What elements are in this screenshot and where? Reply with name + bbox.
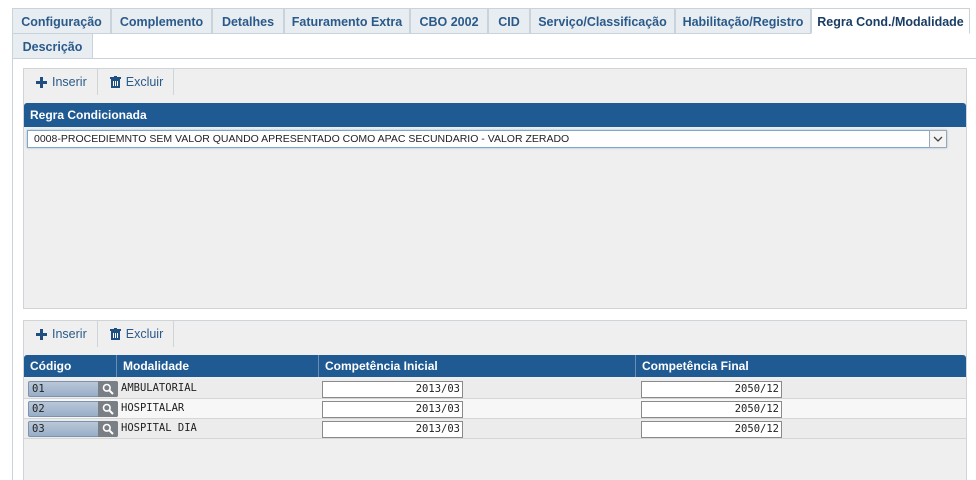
modalidade-value: HOSPITAL DIA — [121, 422, 197, 434]
competencia-inicial-field[interactable]: 2013/03 — [322, 421, 463, 438]
table-row: 03 HOSPITAL DIA 2013/03 2050/12 — [24, 419, 966, 439]
modalidade-value: AMBULATORIAL — [121, 382, 197, 394]
modalidade-toolbar: Inserir Excluir — [24, 321, 175, 347]
modalidade-delete-label: Excluir — [125, 327, 164, 341]
modalidade-insert-label: Inserir — [52, 327, 87, 341]
column-competencia-final[interactable]: Competência Final — [636, 355, 966, 377]
column-modalidade[interactable]: Modalidade — [117, 355, 319, 377]
magnifier-icon — [102, 383, 114, 395]
tab-cbo-2002[interactable]: CBO 2002 — [410, 8, 488, 34]
modalidade-insert-button[interactable]: Inserir — [24, 321, 98, 347]
regra-delete-button[interactable]: Excluir — [98, 69, 175, 95]
lookup-button[interactable] — [98, 381, 118, 397]
trash-icon — [109, 76, 121, 88]
competencia-final-field[interactable]: 2050/12 — [641, 421, 782, 438]
magnifier-icon — [102, 403, 114, 415]
dropdown-toggle[interactable] — [929, 130, 947, 148]
tab-faturamento-extra[interactable]: Faturamento Extra — [284, 8, 410, 34]
competencia-final-field[interactable]: 2050/12 — [641, 381, 782, 398]
table-row: 02 HOSPITALAR 2013/03 2050/12 — [24, 399, 966, 419]
plus-icon — [36, 328, 47, 340]
regra-condicionada-panel: Inserir Excluir Regra Condicionada 0008-… — [23, 68, 967, 309]
tab-content: Inserir Excluir Regra Condicionada 0008-… — [12, 59, 976, 480]
magnifier-icon — [102, 423, 114, 435]
tab-complemento[interactable]: Complemento — [111, 8, 212, 34]
column-codigo[interactable]: Código — [24, 355, 117, 377]
modalidade-delete-button[interactable]: Excluir — [98, 321, 175, 347]
tab-descricao[interactable]: Descrição — [12, 33, 93, 59]
regra-insert-label: Inserir — [52, 75, 87, 89]
tab-regra-cond-modalidade[interactable]: Regra Cond./Modalidade — [811, 8, 970, 34]
regra-toolbar: Inserir Excluir — [24, 69, 175, 95]
competencia-inicial-field[interactable]: 2013/03 — [322, 381, 463, 398]
lookup-button[interactable] — [98, 421, 118, 437]
plus-icon — [36, 76, 47, 88]
tab-configuracao[interactable]: Configuração — [12, 8, 111, 34]
chevron-down-icon — [933, 136, 943, 142]
regra-delete-label: Excluir — [125, 75, 164, 89]
tab-habilitacao-registro[interactable]: Habilitação/Registro — [675, 8, 811, 34]
competencia-final-field[interactable]: 2050/12 — [641, 401, 782, 418]
modalidade-value: HOSPITALAR — [121, 402, 185, 414]
regra-condicionada-select[interactable]: 0008-PROCEDIEMNTO SEM VALOR QUANDO APRES… — [27, 130, 947, 148]
regra-condicionada-header: Regra Condicionada — [24, 103, 966, 127]
regra-insert-button[interactable]: Inserir — [24, 69, 98, 95]
column-competencia-inicial[interactable]: Competência Inicial — [319, 355, 636, 377]
trash-icon — [109, 328, 121, 340]
tab-detalhes[interactable]: Detalhes — [212, 8, 284, 34]
tab-bar: Configuração Complemento Detalhes Fatura… — [12, 8, 976, 60]
modalidade-grid-header: Código Modalidade Competência Inicial Co… — [24, 355, 966, 377]
competencia-inicial-field[interactable]: 2013/03 — [322, 401, 463, 418]
modalidade-panel: Inserir Excluir Código Modalidade Compet… — [23, 320, 967, 480]
tab-servico-classificacao[interactable]: Serviço/Classificação — [530, 8, 675, 34]
tab-cid[interactable]: CID — [488, 8, 530, 34]
lookup-button[interactable] — [98, 401, 118, 417]
table-row: 01 AMBULATORIAL 2013/03 2050/12 — [24, 379, 966, 399]
